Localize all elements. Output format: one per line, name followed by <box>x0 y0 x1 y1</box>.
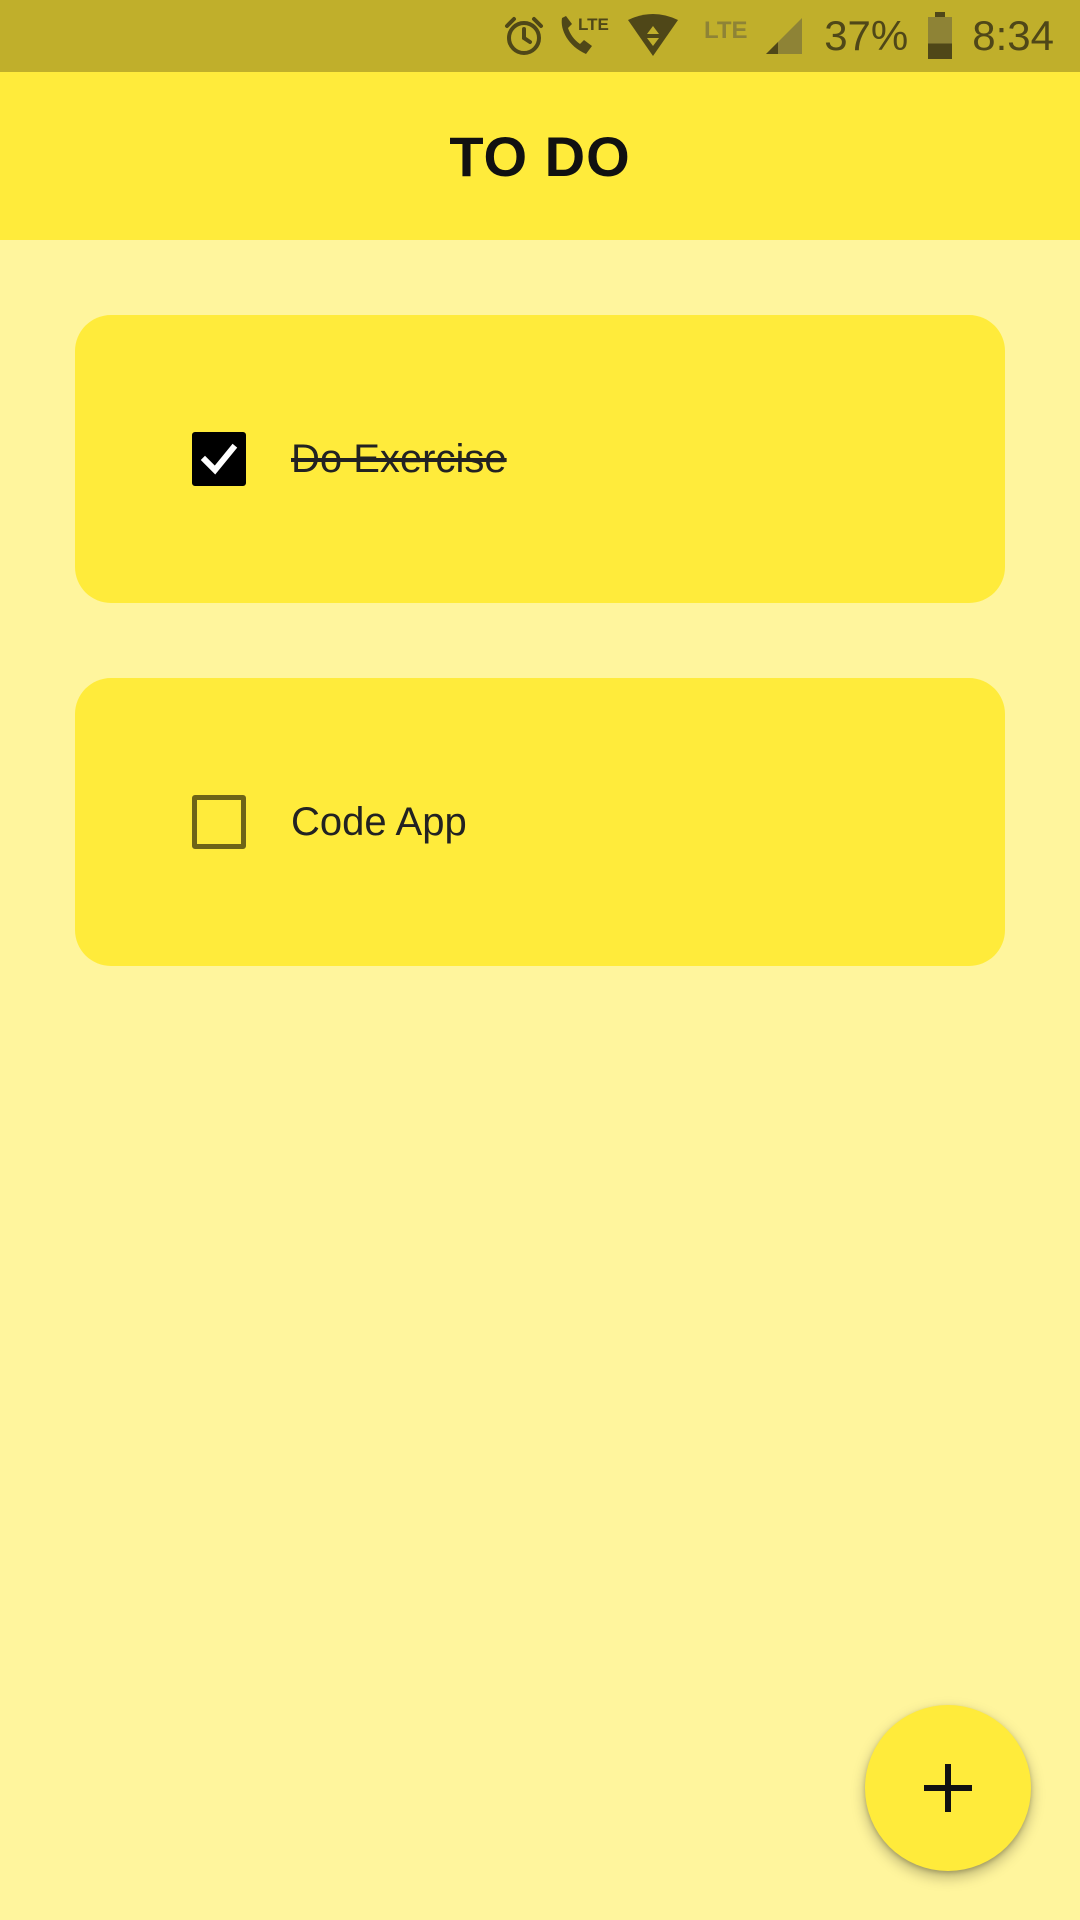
todo-card[interactable]: Code App <box>75 678 1005 966</box>
plus-icon <box>924 1764 972 1812</box>
lte-label: LTE <box>704 17 748 44</box>
status-bar: LTE LTE 37% 8:34 <box>0 0 1080 72</box>
battery-icon <box>926 12 954 60</box>
wifi-data-icon <box>626 14 680 58</box>
page-title: TO DO <box>449 124 631 188</box>
todo-card[interactable]: Do Exercise <box>75 315 1005 603</box>
check-icon <box>200 443 238 475</box>
todo-checkbox[interactable] <box>192 795 246 849</box>
alarm-icon <box>502 14 546 58</box>
app-bar: TO DO <box>0 72 1080 240</box>
lte-call-icon: LTE <box>556 12 616 60</box>
lte-call-label: LTE <box>578 15 609 34</box>
todo-checkbox-checked[interactable] <box>192 432 246 486</box>
battery-percent: 37% <box>824 12 909 59</box>
lte-icon: LTE <box>702 14 754 58</box>
clock: 8:34 <box>972 12 1054 59</box>
todo-list: Do Exercise Code App <box>75 315 1005 1041</box>
signal-icon <box>764 16 804 56</box>
todo-label: Do Exercise <box>291 436 507 481</box>
todo-label: Code App <box>291 799 467 844</box>
add-todo-button[interactable] <box>865 1705 1031 1871</box>
